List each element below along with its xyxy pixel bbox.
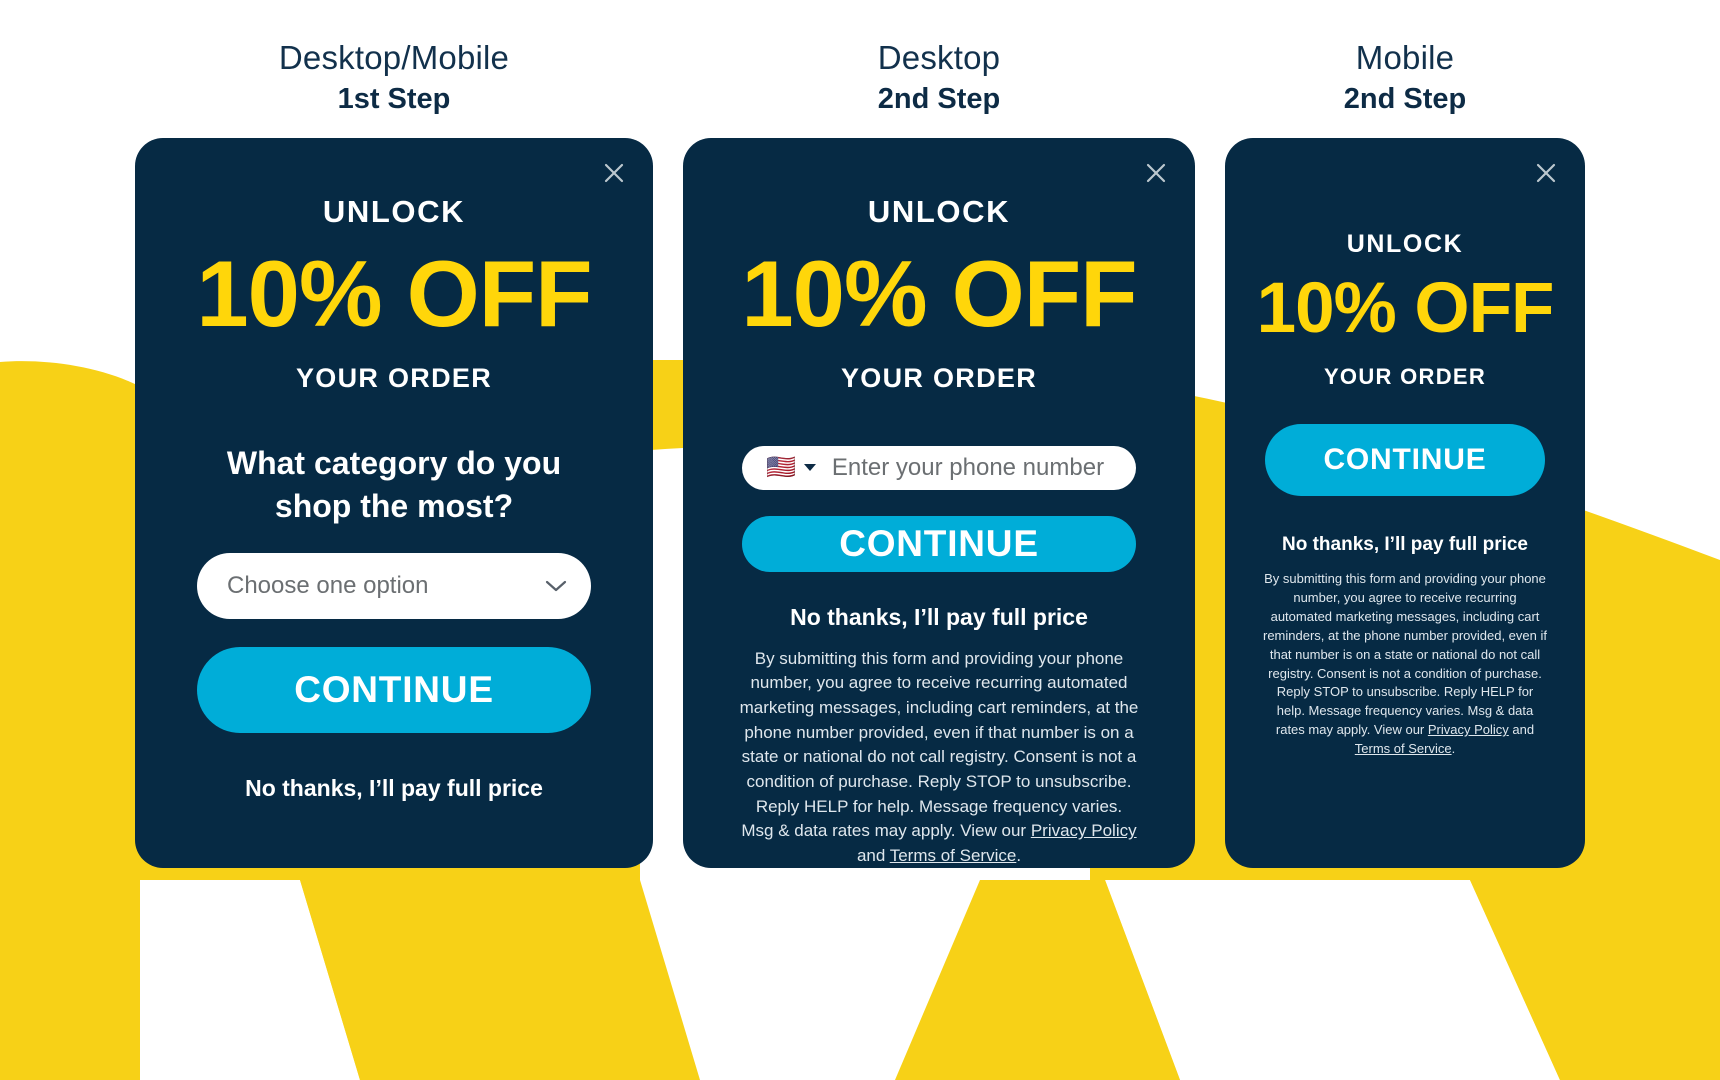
- offer-headline: 10% OFF: [1256, 269, 1555, 349]
- column-2-title-top: Desktop: [877, 39, 1001, 76]
- column-desktop-mobile-1st-step: Desktop/Mobile 1st Step UNLOCK 10% OFF Y…: [135, 39, 653, 869]
- continue-button[interactable]: CONTINUE: [197, 646, 591, 733]
- decline-link[interactable]: No thanks, I’ll pay full price: [1282, 534, 1528, 556]
- your-order-label: YOUR ORDER: [840, 363, 1037, 394]
- column-2-title-bottom: 2nd Step: [877, 82, 1001, 115]
- legal-text-post: .: [1016, 845, 1022, 865]
- legal-disclaimer: By submitting this form and providing yo…: [1261, 570, 1549, 758]
- offer-headline: 10% OFF: [196, 241, 592, 347]
- legal-disclaimer: By submitting this form and providing yo…: [739, 647, 1139, 869]
- decline-link[interactable]: No thanks, I’ll pay full price: [790, 604, 1088, 631]
- column-mobile-2nd-step: Mobile 2nd Step UNLOCK 10% OFF YOUR ORDE…: [1225, 39, 1585, 869]
- terms-of-service-link[interactable]: Terms of Service: [890, 846, 1017, 865]
- your-order-label: YOUR ORDER: [1323, 364, 1487, 390]
- column-3-title-top: Mobile: [1355, 39, 1455, 76]
- column-3-title: Mobile 2nd Step: [1343, 39, 1467, 115]
- column-1-title: Desktop/Mobile 1st Step: [278, 39, 510, 115]
- modal-card-step1: UNLOCK 10% OFF YOUR ORDER What category …: [135, 138, 653, 869]
- modal-card-mobile-step2: UNLOCK 10% OFF YOUR ORDER CONTINUE No th…: [1225, 138, 1585, 869]
- comparison-stage: Desktop/Mobile 1st Step UNLOCK 10% OFF Y…: [0, 0, 1720, 1080]
- category-select-placeholder: Choose one option: [227, 571, 429, 599]
- continue-button[interactable]: CONTINUE: [742, 515, 1136, 572]
- phone-input-group[interactable]: 🇺🇸 Enter your phone number: [742, 446, 1136, 490]
- privacy-policy-link[interactable]: Privacy Policy: [1428, 722, 1509, 737]
- legal-text-mid: and: [1508, 722, 1535, 738]
- legal-text-mid: and: [856, 845, 890, 865]
- unlock-label: UNLOCK: [1346, 230, 1464, 259]
- us-flag-icon[interactable]: 🇺🇸: [766, 455, 796, 480]
- terms-of-service-link[interactable]: Terms of Service: [1355, 741, 1452, 756]
- your-order-label: YOUR ORDER: [295, 363, 492, 394]
- column-desktop-2nd-step: Desktop 2nd Step UNLOCK 10% OFF YOUR ORD…: [683, 39, 1195, 869]
- offer-headline: 10% OFF: [741, 241, 1137, 347]
- legal-text-post: .: [1451, 741, 1456, 757]
- close-icon[interactable]: [1533, 160, 1559, 186]
- unlock-label: UNLOCK: [322, 194, 466, 230]
- column-3-title-bottom: 2nd Step: [1343, 82, 1467, 115]
- continue-button[interactable]: CONTINUE: [1265, 424, 1545, 497]
- column-1-title-bottom: 1st Step: [337, 82, 451, 115]
- category-question: What category do you shop the most?: [226, 445, 562, 524]
- legal-text-pre: By submitting this form and providing yo…: [739, 648, 1139, 841]
- close-icon[interactable]: [601, 160, 627, 186]
- decline-link[interactable]: No thanks, I’ll pay full price: [245, 775, 543, 802]
- unlock-label: UNLOCK: [867, 194, 1011, 230]
- column-1-title-top: Desktop/Mobile: [278, 39, 510, 76]
- legal-text-pre: By submitting this form and providing yo…: [1262, 571, 1547, 738]
- chevron-down-icon: [545, 579, 567, 593]
- caret-down-icon[interactable]: [803, 464, 816, 472]
- category-select[interactable]: Choose one option: [197, 552, 591, 619]
- close-icon[interactable]: [1143, 160, 1169, 186]
- phone-input-placeholder: Enter your phone number: [831, 453, 1105, 481]
- column-2-title: Desktop 2nd Step: [877, 39, 1001, 115]
- modal-card-desktop-step2: UNLOCK 10% OFF YOUR ORDER 🇺🇸 Enter your …: [683, 138, 1195, 869]
- privacy-policy-link[interactable]: Privacy Policy: [1031, 821, 1137, 840]
